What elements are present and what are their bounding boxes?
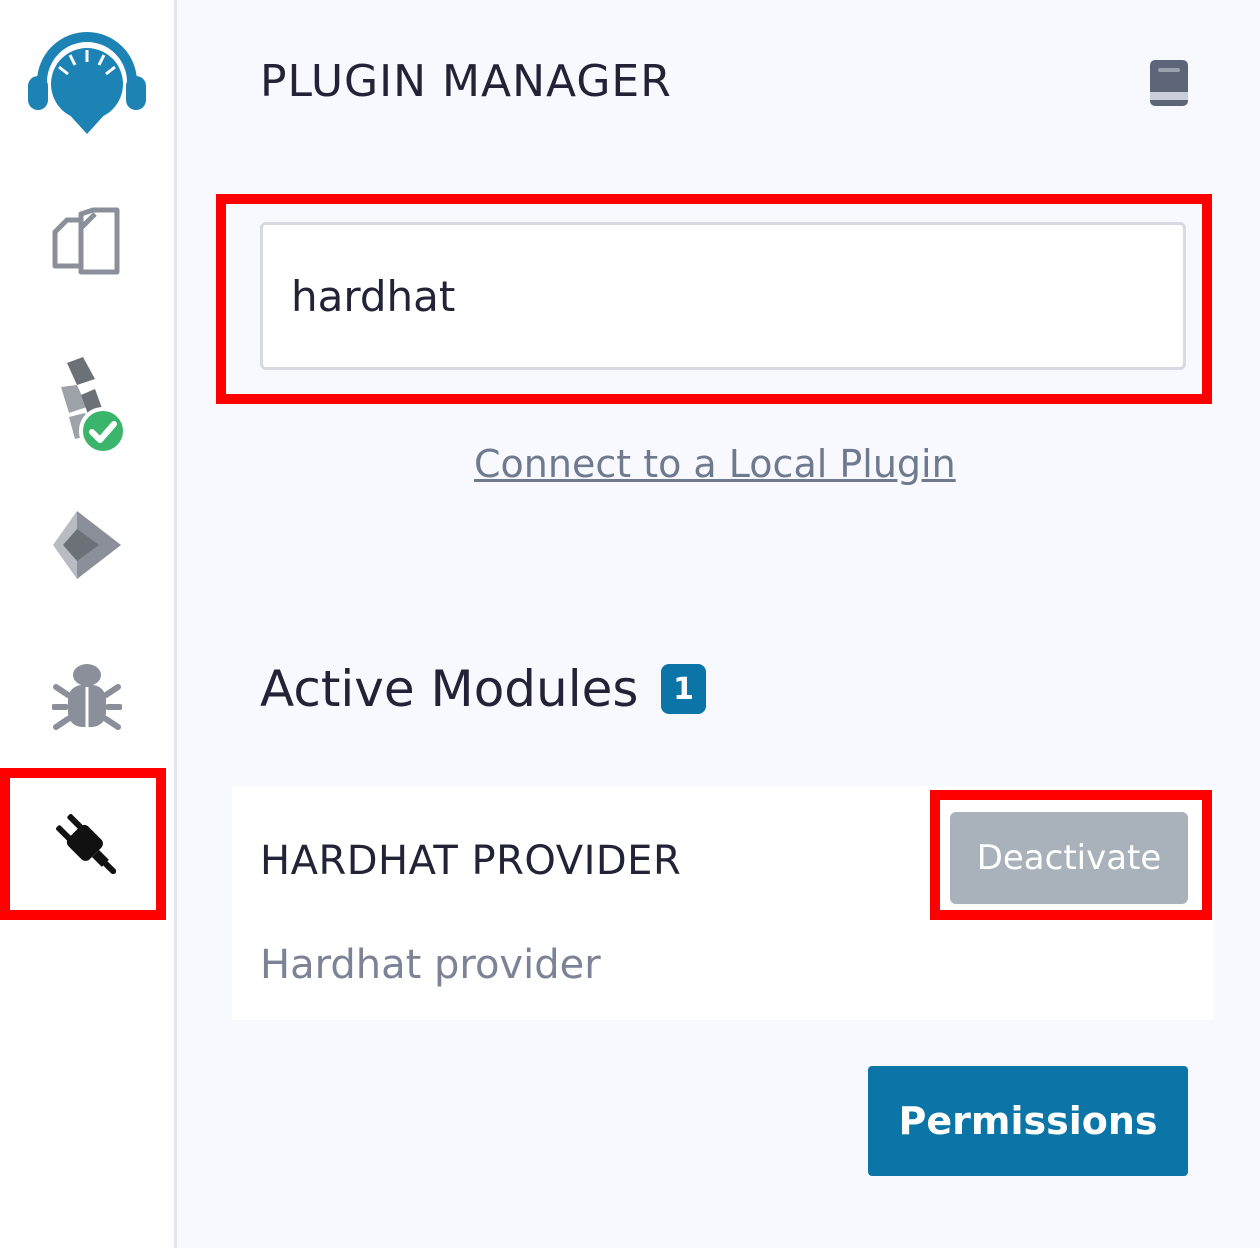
file-explorer-icon[interactable] [0,200,174,284]
deactivate-button[interactable]: Deactivate [950,812,1188,904]
remix-logo-icon[interactable] [0,20,174,140]
plugin-manager-screen: PLUGIN MANAGER Connect to a Local Plugin… [0,0,1260,1248]
book-icon[interactable] [1146,58,1192,108]
debugger-icon[interactable] [0,650,174,740]
module-card-hardhat-provider: HARDHAT PROVIDER Deactivate Hardhat prov… [232,786,1214,1020]
solidity-compiler-icon[interactable] [0,352,174,458]
active-modules-count-badge: 1 [661,664,706,714]
module-title: HARDHAT PROVIDER [260,838,682,884]
active-modules-heading: Active Modules [260,660,639,718]
permissions-button[interactable]: Permissions [868,1066,1188,1176]
icon-sidebar [0,0,177,1248]
plugin-search-input[interactable] [260,222,1186,370]
connect-local-plugin-link[interactable]: Connect to a Local Plugin [474,442,956,486]
deploy-run-icon[interactable] [0,500,174,590]
plugin-manager-icon[interactable] [0,790,174,900]
module-description: Hardhat provider [260,942,601,988]
panel-title: PLUGIN MANAGER [260,56,672,107]
